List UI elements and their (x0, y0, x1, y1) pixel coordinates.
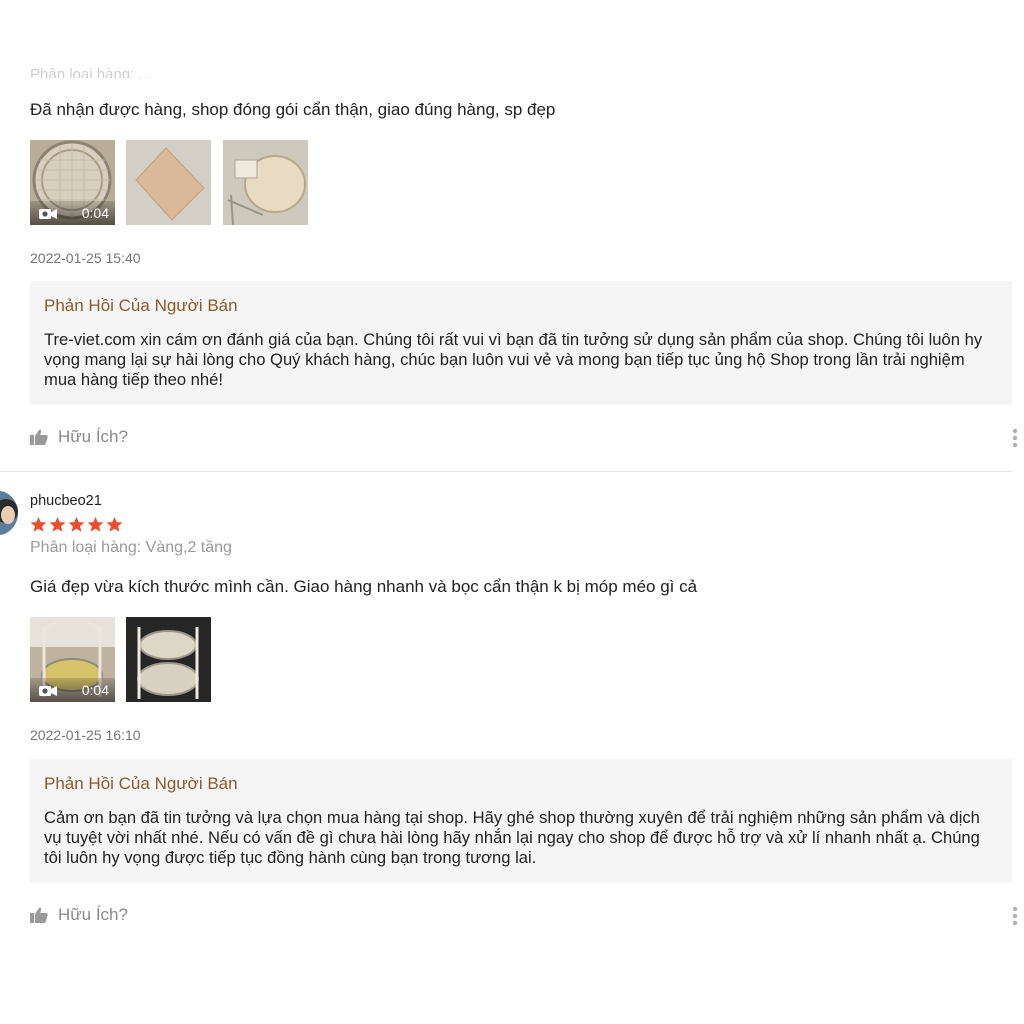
helpful-button[interactable]: Hữu Ích? (30, 905, 128, 925)
seller-reply-title: Phản Hồi Của Người Bán (44, 774, 238, 793)
helpful-label: Hữu Ích? (58, 427, 128, 446)
rating-stars (30, 516, 123, 533)
star-icon (106, 516, 123, 532)
seller-reply-text: Tre-viet.com xin cám ơn đánh giá của bạn… (44, 330, 983, 389)
video-duration: 0:04 (81, 682, 109, 698)
user-avatar-image (0, 491, 18, 535)
seller-reply: Phản Hồi Của Người Bán Cảm ơn bạn đã tin… (30, 759, 1012, 883)
review-video-thumbnail[interactable]: 0:04 (30, 617, 115, 702)
thumbs-up-icon (30, 907, 48, 923)
product-photo (126, 140, 211, 225)
review-date: 2022-01-25 15:40 (30, 250, 141, 266)
star-icon (68, 516, 85, 532)
review-image-thumbnail[interactable] (126, 617, 211, 702)
review-comment: Giá đẹp vừa kích thước mình cần. Giao hà… (30, 577, 698, 596)
reviewer-username: phucbeo21 (30, 493, 102, 509)
helpful-label: Hữu Ích? (58, 905, 128, 924)
camera-icon (39, 686, 57, 696)
thumbs-up-icon (30, 429, 48, 445)
seller-reply: Phản Hồi Của Người Bán Tre-viet.com xin … (30, 281, 1012, 405)
review-image-thumbnail[interactable] (126, 140, 211, 225)
review-divider (0, 471, 1012, 472)
star-icon (49, 516, 66, 532)
review-comment: Đã nhận được hàng, shop đóng gói cẩn thậ… (30, 100, 556, 119)
more-options-icon[interactable] (1012, 428, 1018, 448)
seller-reply-title: Phản Hồi Của Người Bán (44, 296, 238, 315)
product-photo (223, 140, 308, 225)
star-icon (87, 516, 104, 532)
video-duration: 0:04 (81, 205, 109, 221)
review-video-thumbnail[interactable]: 0:04 (30, 140, 115, 225)
camera-icon (39, 209, 57, 219)
review-image-thumbnail[interactable] (223, 140, 308, 225)
video-overlay: 0:04 (30, 201, 115, 225)
product-variation: Phân loại hàng: Vàng,2 tầng (30, 539, 232, 556)
product-photo (126, 617, 211, 702)
cut-off-variation-text: Phân loại hàng: ... (30, 66, 151, 78)
star-icon (30, 516, 47, 532)
avatar[interactable] (0, 491, 18, 535)
video-overlay: 0:04 (30, 678, 115, 702)
more-options-icon[interactable] (1012, 906, 1018, 926)
helpful-button[interactable]: Hữu Ích? (30, 427, 128, 447)
review-date: 2022-01-25 16:10 (30, 727, 141, 743)
seller-reply-text: Cảm ơn bạn đã tin tưởng và lựa chọn mua … (44, 808, 980, 867)
